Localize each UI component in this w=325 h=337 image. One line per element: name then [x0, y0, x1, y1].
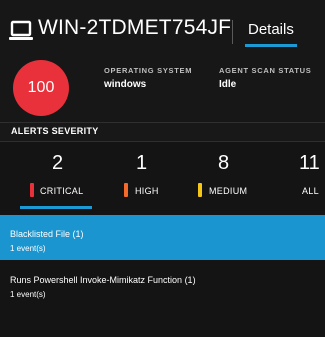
selected-severity-underline — [20, 206, 92, 209]
severity-count: 2 — [52, 152, 64, 174]
severity-label: MEDIUM — [209, 186, 248, 196]
agent-scan-status-value: Idle — [219, 79, 237, 90]
operating-system-info: OPERATING SYSTEM windows — [104, 66, 192, 90]
tab-active-underline — [245, 44, 297, 47]
operating-system-label: OPERATING SYSTEM — [104, 66, 193, 75]
severity-count: 11 — [299, 152, 320, 174]
tab-details-label: Details — [248, 21, 294, 38]
high-color-indicator — [124, 183, 128, 197]
agent-scan-status-label: AGENT SCAN STATUS — [219, 66, 312, 75]
agent-scan-status-info: AGENT SCAN STATUS Idle — [219, 66, 311, 90]
severity-count: 8 — [218, 152, 230, 174]
alert-event-count: 1 event(s) — [10, 244, 46, 253]
severity-count: 1 — [136, 152, 148, 174]
alerts-severity-title: ALERTS SEVERITY — [11, 126, 99, 136]
medium-color-indicator — [198, 183, 202, 197]
critical-color-indicator — [30, 183, 34, 197]
operating-system-value: windows — [104, 79, 147, 90]
severity-label: ALL — [302, 186, 319, 196]
alert-row-blacklisted-file[interactable]: Blacklisted File (1) 1 event(s) — [0, 215, 325, 260]
laptop-icon — [9, 20, 33, 40]
alerts-severity-header: ALERTS SEVERITY — [0, 122, 325, 142]
risk-score-badge: 100 — [13, 60, 69, 116]
title-divider — [232, 20, 233, 44]
risk-score-value: 100 — [27, 79, 55, 96]
host-header: WIN-2TDMET754JF Details 100 OPERATING SY… — [0, 0, 325, 122]
severity-label: CRITICAL — [40, 186, 84, 196]
alert-title: Blacklisted File (1) — [10, 229, 84, 239]
alert-event-count: 1 event(s) — [10, 290, 46, 299]
alert-title: Runs Powershell Invoke-Mimikatz Function… — [10, 275, 196, 285]
alert-row-invoke-mimikatz[interactable]: Runs Powershell Invoke-Mimikatz Function… — [0, 261, 325, 306]
tab-details[interactable]: Details — [245, 21, 297, 47]
hostname-title: WIN-2TDMET754JF — [38, 16, 232, 39]
severity-label: HIGH — [135, 186, 159, 196]
